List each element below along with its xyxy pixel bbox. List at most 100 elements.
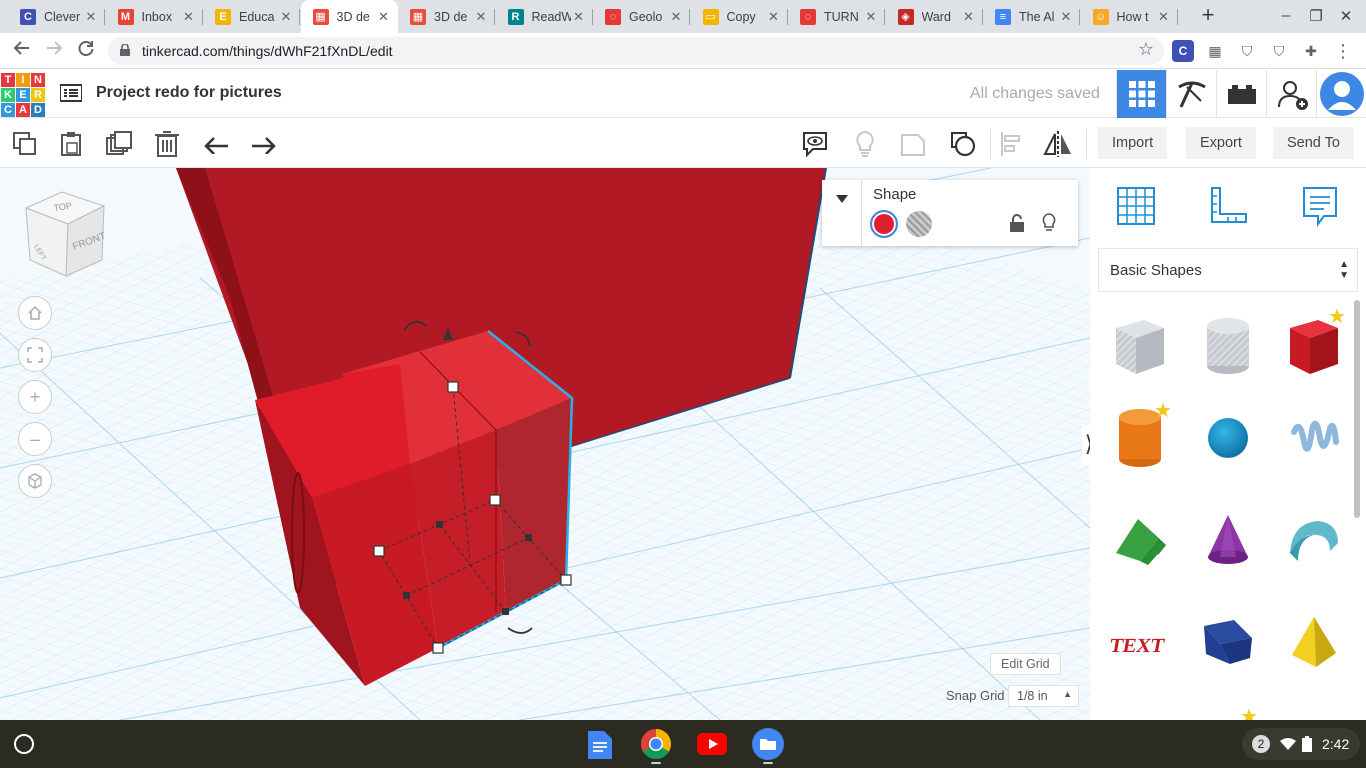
browser-tab[interactable]: E Educa ✕ bbox=[203, 0, 300, 33]
shape-pyramid[interactable] bbox=[1282, 610, 1346, 674]
3d-scene[interactable] bbox=[0, 168, 1090, 720]
tab-close-icon[interactable]: ✕ bbox=[473, 9, 489, 25]
redo-button[interactable] bbox=[248, 129, 278, 159]
close-window-button[interactable]: ✕ bbox=[1336, 7, 1356, 27]
favorite-star-icon[interactable]: ★ bbox=[1328, 304, 1346, 329]
browser-menu-icon[interactable]: ⋮ bbox=[1332, 40, 1354, 62]
tab-close-icon[interactable]: ✕ bbox=[863, 9, 879, 25]
project-title[interactable]: Project redo for pictures bbox=[96, 84, 282, 102]
duplicate-button[interactable] bbox=[104, 129, 134, 159]
3d-view-button[interactable] bbox=[1116, 70, 1166, 118]
tab-close-icon[interactable]: ✕ bbox=[668, 9, 684, 25]
ruler-tool-button[interactable] bbox=[1204, 182, 1252, 230]
solid-color-swatch[interactable] bbox=[870, 210, 898, 238]
shape-round-roof[interactable] bbox=[1282, 508, 1346, 572]
bookmark-star-icon[interactable]: ☆ bbox=[1138, 39, 1154, 60]
mirror-button[interactable] bbox=[1043, 129, 1073, 159]
notes-button[interactable] bbox=[800, 129, 830, 159]
reload-button[interactable] bbox=[74, 39, 98, 63]
tab-close-icon[interactable]: ✕ bbox=[1156, 9, 1172, 25]
tab-close-icon[interactable]: ✕ bbox=[376, 9, 392, 25]
browser-tab[interactable]: ▦ 3D de ✕ bbox=[300, 0, 398, 33]
undo-button[interactable] bbox=[202, 129, 232, 159]
favorite-star-icon[interactable]: ★ bbox=[1154, 398, 1172, 423]
group-button[interactable] bbox=[898, 129, 928, 159]
projection-button[interactable] bbox=[18, 464, 52, 498]
shape-box-hole[interactable] bbox=[1108, 314, 1172, 378]
new-tab-button[interactable]: + bbox=[1196, 4, 1220, 28]
delete-button[interactable] bbox=[152, 129, 182, 159]
profile-avatar-button[interactable] bbox=[1316, 70, 1366, 118]
browser-tab[interactable]: ◈ Ward ✕ bbox=[886, 0, 983, 33]
address-bar[interactable]: tinkercad.com/things/dWhF21fXnDL/edit ☆ bbox=[108, 37, 1164, 65]
minecraft-view-button[interactable] bbox=[1166, 70, 1216, 118]
export-button[interactable]: Export bbox=[1186, 127, 1256, 159]
shape-wedge[interactable] bbox=[1196, 610, 1260, 674]
minimize-button[interactable]: – bbox=[1276, 7, 1296, 27]
snap-grid-select[interactable]: 1/8 in ▲ bbox=[1008, 685, 1079, 707]
back-button[interactable] bbox=[10, 39, 34, 63]
tab-close-icon[interactable]: ✕ bbox=[961, 9, 977, 25]
import-button[interactable]: Import bbox=[1098, 127, 1168, 159]
youtube-app[interactable] bbox=[696, 728, 728, 760]
workplane-tool-button[interactable] bbox=[1112, 182, 1160, 230]
align-button[interactable] bbox=[996, 129, 1026, 159]
maximize-button[interactable]: ❐ bbox=[1306, 7, 1326, 27]
notes-tool-button[interactable] bbox=[1296, 182, 1344, 230]
browser-tab[interactable]: ≡ The Al ✕ bbox=[983, 0, 1080, 33]
tab-close-icon[interactable]: ✕ bbox=[83, 9, 99, 25]
workplane[interactable]: TOP LEFT FRONT + – Shape Edit Grid Snap … bbox=[0, 168, 1090, 720]
paste-button[interactable] bbox=[56, 129, 86, 159]
copy-button[interactable] bbox=[10, 129, 40, 159]
browser-tab[interactable]: C Clever ✕ bbox=[8, 0, 105, 33]
browser-tab[interactable]: ▭ Copy ✕ bbox=[691, 0, 788, 33]
view-cube[interactable]: TOP LEFT FRONT bbox=[22, 188, 108, 280]
browser-tab[interactable]: ◌ Geolo ✕ bbox=[593, 0, 690, 33]
chrome-app[interactable] bbox=[640, 728, 672, 760]
panel-toggle-button[interactable]: ⟩ bbox=[1082, 425, 1090, 465]
tab-close-icon[interactable]: ✕ bbox=[278, 9, 294, 25]
files-app[interactable] bbox=[752, 728, 784, 760]
panel-scrollbar[interactable] bbox=[1354, 300, 1360, 518]
tab-close-icon[interactable]: ✕ bbox=[571, 9, 587, 25]
fit-view-button[interactable] bbox=[18, 338, 52, 372]
shape-text[interactable]: TEXT bbox=[1108, 610, 1172, 674]
browser-tab[interactable]: ☺ How t ✕ bbox=[1081, 0, 1178, 33]
shape-sphere[interactable] bbox=[1196, 406, 1260, 470]
inspector-collapse-button[interactable] bbox=[822, 180, 862, 246]
tinkercad-logo[interactable]: TIN KER CAD bbox=[1, 73, 45, 117]
zoom-in-button[interactable]: + bbox=[18, 380, 52, 414]
launcher-button[interactable] bbox=[14, 734, 34, 754]
notification-badge[interactable]: 2 bbox=[1252, 735, 1270, 753]
show-all-button[interactable] bbox=[850, 129, 880, 159]
browser-tab[interactable]: ▦ 3D de ✕ bbox=[398, 0, 495, 33]
clever-extension-icon[interactable]: C bbox=[1172, 40, 1194, 62]
browser-tab[interactable]: R ReadW ✕ bbox=[496, 0, 593, 33]
ungroup-button[interactable] bbox=[948, 129, 978, 159]
tab-close-icon[interactable]: ✕ bbox=[1058, 9, 1074, 25]
bricks-view-button[interactable] bbox=[1216, 70, 1266, 118]
browser-tab[interactable]: M Inbox ✕ bbox=[106, 0, 203, 33]
design-list-icon[interactable] bbox=[60, 84, 82, 102]
shield-check-icon[interactable]: ⛉ bbox=[1268, 40, 1290, 62]
shape-cylinder-hole[interactable] bbox=[1196, 314, 1260, 378]
shape-library-select[interactable]: Basic Shapes ▲ ▼ bbox=[1098, 248, 1358, 292]
tab-close-icon[interactable]: ✕ bbox=[181, 9, 197, 25]
invite-user-button[interactable] bbox=[1266, 70, 1316, 118]
lightbulb-icon[interactable] bbox=[1042, 213, 1056, 233]
edit-grid-button[interactable]: Edit Grid bbox=[990, 653, 1061, 675]
forward-button[interactable] bbox=[42, 39, 66, 63]
send-to-button[interactable]: Send To bbox=[1273, 127, 1354, 159]
shape-cone[interactable] bbox=[1196, 508, 1260, 572]
qr-code-icon[interactable]: ▦ bbox=[1204, 40, 1226, 62]
hole-swatch[interactable] bbox=[906, 211, 932, 237]
unlock-icon[interactable] bbox=[1010, 214, 1024, 232]
puzzle-extensions-icon[interactable]: ✚ bbox=[1300, 40, 1322, 62]
home-view-button[interactable] bbox=[18, 296, 52, 330]
shield-extension-icon[interactable]: ⛉ bbox=[1236, 40, 1258, 62]
shape-roof[interactable] bbox=[1108, 508, 1172, 572]
shape-scribble[interactable] bbox=[1282, 406, 1346, 470]
docs-app[interactable] bbox=[584, 728, 616, 760]
status-tray[interactable]: 2 2:42 bbox=[1242, 728, 1360, 760]
zoom-out-button[interactable]: – bbox=[18, 422, 52, 456]
